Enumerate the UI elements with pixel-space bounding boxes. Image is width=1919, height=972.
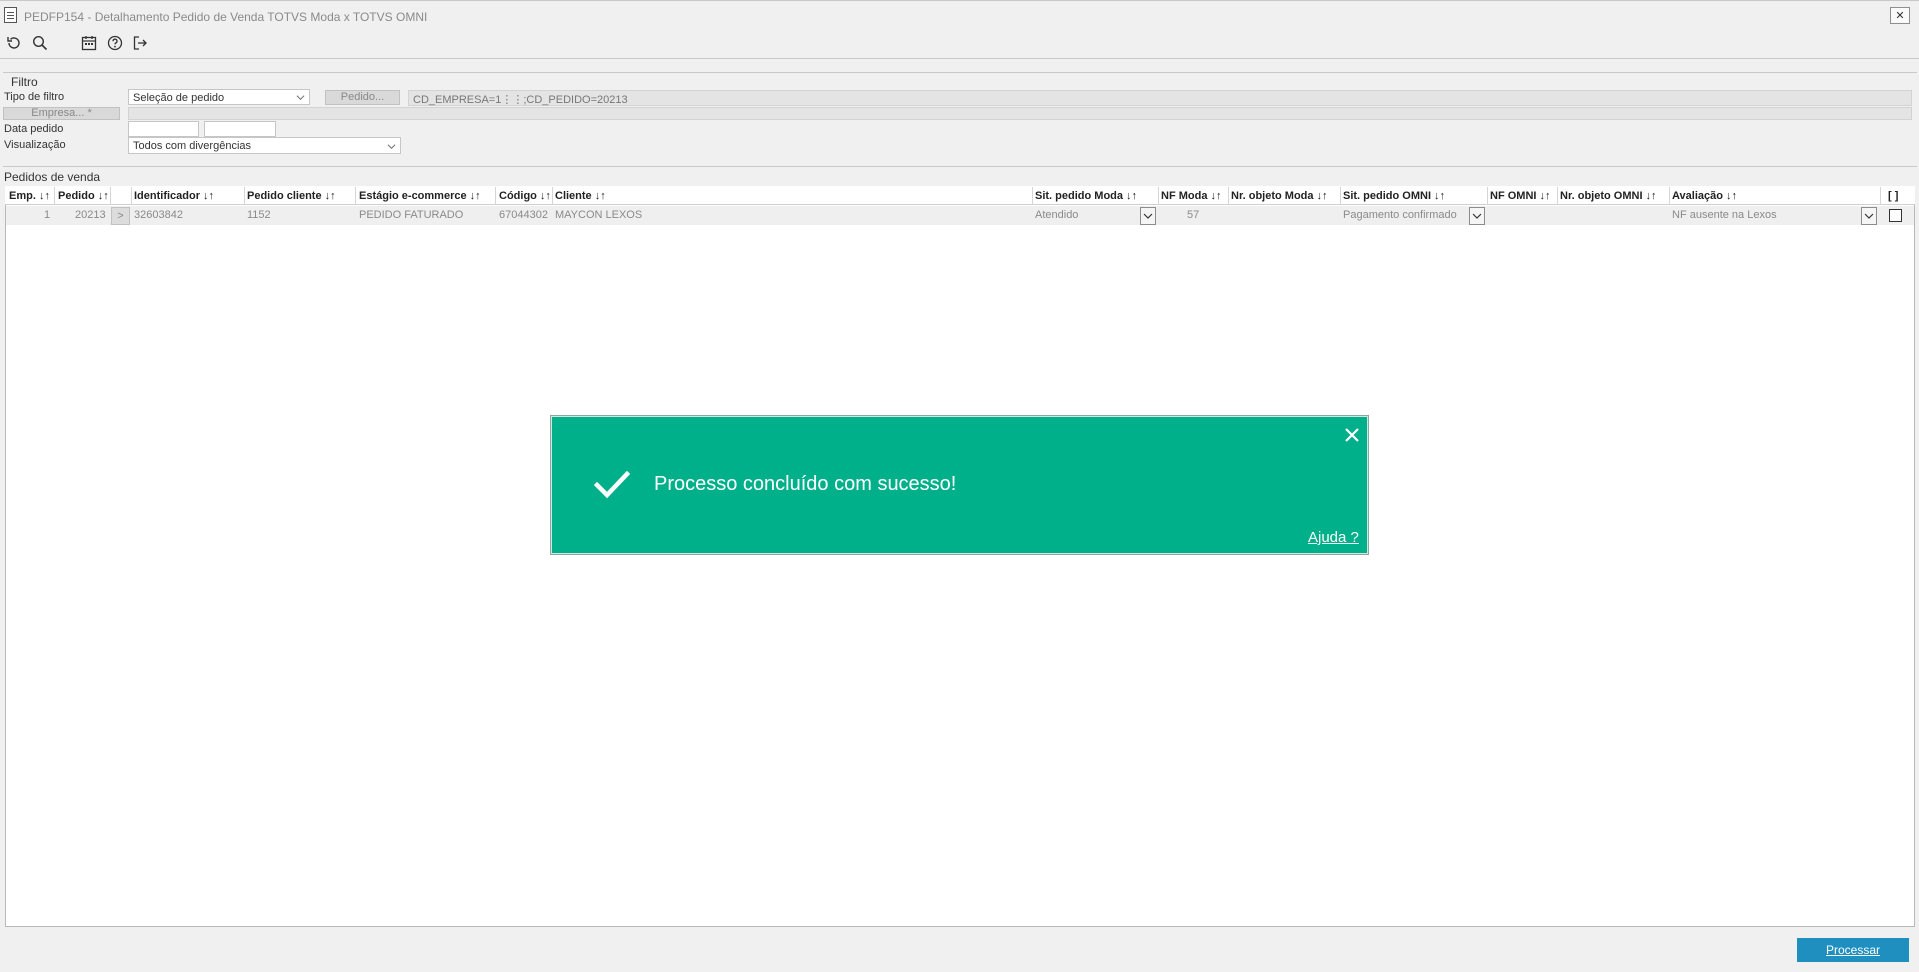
table-row[interactable] <box>6 206 1914 225</box>
col-header-pedido-cliente[interactable]: Pedido cliente ↓↑ <box>247 190 336 202</box>
exit-icon[interactable] <box>131 34 149 52</box>
toolbar-separator <box>0 58 1919 59</box>
row-select-checkbox[interactable] <box>1889 209 1902 222</box>
col-header-codigo[interactable]: Código ↓↑ <box>499 190 551 202</box>
column-separator[interactable] <box>1880 187 1881 205</box>
column-separator[interactable] <box>1557 187 1558 205</box>
tipo-filtro-select[interactable]: Seleção de pedido <box>128 89 310 105</box>
chevron-down-icon <box>1143 213 1153 219</box>
tipo-filtro-value: Seleção de pedido <box>133 92 225 104</box>
cell-pedido-cliente: 1152 <box>247 209 271 221</box>
toolbar <box>0 28 1919 58</box>
column-separator[interactable] <box>54 187 55 205</box>
column-separator[interactable] <box>1340 187 1341 205</box>
cell-sit-omni: Pagamento confirmado <box>1343 209 1457 221</box>
col-header-estagio[interactable]: Estágio e-commerce ↓↑ <box>359 190 481 202</box>
visualizacao-select[interactable]: Todos com divergências <box>128 137 401 154</box>
col-header-nr-obj-moda[interactable]: Nr. objeto Moda ↓↑ <box>1231 190 1328 202</box>
cell-sit-moda: Atendido <box>1035 209 1079 221</box>
pedido-expression-field: CD_EMPRESA=1⋮⋮;CD_PEDIDO=20213 <box>408 90 1912 106</box>
col-header-nf-moda[interactable]: NF Moda ↓↑ <box>1161 190 1222 202</box>
column-separator[interactable] <box>110 187 111 205</box>
column-separator[interactable] <box>244 187 245 205</box>
column-separator[interactable] <box>1669 187 1670 205</box>
data-pedido-label: Data pedido <box>4 123 64 135</box>
col-header-nr-obj-omni[interactable]: Nr. objeto OMNI ↓↑ <box>1560 190 1657 202</box>
window-close-button[interactable]: ✕ <box>1890 7 1910 24</box>
chevron-down-icon <box>1472 213 1482 219</box>
refresh-icon[interactable] <box>5 34 23 52</box>
help-circle-icon[interactable] <box>106 34 124 52</box>
tipo-filtro-label: Tipo de filtro <box>4 91 65 103</box>
sit-moda-dropdown[interactable] <box>1140 207 1156 225</box>
chevron-down-icon <box>1864 213 1874 219</box>
visualizacao-label: Visualização <box>4 139 66 151</box>
grid-section-title: Pedidos de venda <box>4 170 101 184</box>
column-separator[interactable] <box>131 187 132 205</box>
check-icon <box>594 471 630 499</box>
chevron-down-icon <box>387 144 396 150</box>
col-header-identificador[interactable]: Identificador ↓↑ <box>134 190 214 202</box>
column-separator[interactable] <box>355 187 356 205</box>
process-button[interactable]: Processar <box>1797 938 1909 962</box>
window-title: PEDFP154 - Detalhamento Pedido de Venda … <box>24 10 428 24</box>
column-separator[interactable] <box>552 187 553 205</box>
search-icon[interactable] <box>31 34 49 52</box>
cell-estagio: PEDIDO FATURADO <box>359 209 464 221</box>
toast-message: Processo concluído com sucesso! <box>654 473 957 495</box>
column-separator[interactable] <box>495 187 496 205</box>
grid-top-separator <box>3 166 1917 167</box>
column-separator[interactable] <box>1487 187 1488 205</box>
col-header-sit-omni[interactable]: Sit. pedido OMNI ↓↑ <box>1343 190 1445 202</box>
close-icon <box>1345 428 1359 442</box>
pedido-button[interactable]: Pedido... <box>325 90 400 105</box>
orders-grid <box>5 186 1915 927</box>
visualizacao-value: Todos com divergências <box>133 140 252 152</box>
cell-nf-moda: 57 <box>1187 209 1200 221</box>
cell-identificador: 32603842 <box>134 209 183 221</box>
document-icon <box>4 7 17 23</box>
toast-close-button[interactable] <box>1342 425 1362 445</box>
cell-codigo: 67044302 <box>499 209 548 221</box>
col-header-nf-omni[interactable]: NF OMNI ↓↑ <box>1490 190 1551 202</box>
cell-avaliacao: NF ausente na Lexos <box>1672 209 1777 221</box>
footer-bar <box>3 930 1917 970</box>
col-header-avaliacao[interactable]: Avaliação ↓↑ <box>1672 190 1737 202</box>
avaliacao-dropdown[interactable] <box>1861 207 1877 225</box>
col-header-select-all[interactable]: [ ] <box>1888 190 1898 202</box>
sit-omni-dropdown[interactable] <box>1469 207 1485 225</box>
filter-top-separator <box>3 72 1917 73</box>
toast-help-link[interactable]: Ajuda ? <box>1308 529 1359 546</box>
empresa-expression-field <box>128 107 1912 120</box>
success-toast: Processo concluído com sucesso! Ajuda ? <box>551 416 1368 554</box>
expand-row-button[interactable]: > <box>111 207 130 225</box>
calendar-icon[interactable] <box>80 34 98 52</box>
cell-cliente: MAYCON LEXOS <box>555 209 643 221</box>
column-separator[interactable] <box>1158 187 1159 205</box>
cell-pedido: 20213 <box>75 209 106 221</box>
col-header-cliente[interactable]: Cliente ↓↑ <box>555 190 606 202</box>
chevron-down-icon <box>296 95 305 101</box>
data-pedido-start-input[interactable] <box>128 121 199 137</box>
col-header-pedido[interactable]: Pedido ↓↑ <box>58 190 109 202</box>
column-separator[interactable] <box>1228 187 1229 205</box>
empresa-button[interactable]: Empresa... * <box>3 107 120 120</box>
filter-section-title: Filtro <box>11 75 38 89</box>
col-header-emp[interactable]: Emp. ↓↑ <box>9 190 50 202</box>
data-pedido-end-input[interactable] <box>204 121 276 137</box>
col-header-sit-moda[interactable]: Sit. pedido Moda ↓↑ <box>1035 190 1137 202</box>
cell-emp: 1 <box>44 209 51 221</box>
title-bar: PEDFP154 - Detalhamento Pedido de Venda … <box>0 0 1919 28</box>
column-separator[interactable] <box>1032 187 1033 205</box>
